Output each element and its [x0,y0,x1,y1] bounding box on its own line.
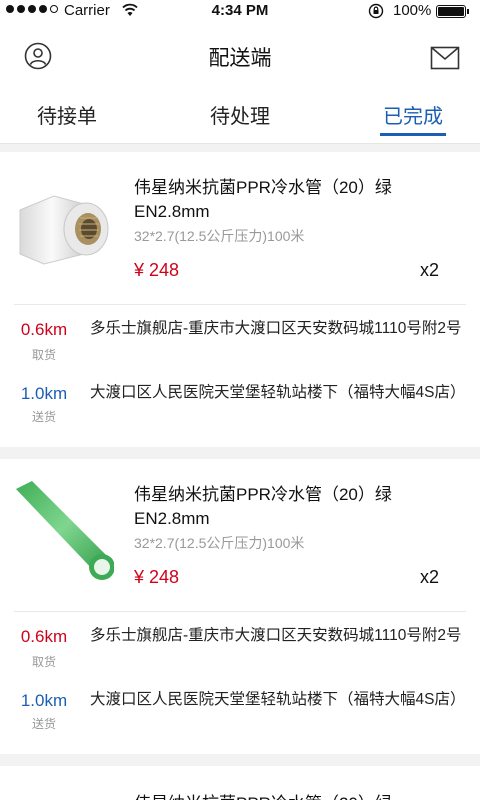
product-spec: 32*2.7(12.5公斤压力)100米 [134,535,305,551]
product-price: ¥ 248 [134,567,180,587]
product-price: ¥ 248 [134,260,180,280]
pickup-address: 多乐士旗舰店-重庆市大渡口区天安数码城1110号附2号 [90,320,462,337]
product-name: 伟星纳米抗菌PPR冷水管（20）绿EN2.8mm [134,792,464,800]
rotation-lock-icon [368,3,384,19]
product-name: 伟星纳米抗菌PPR冷水管（20）绿EN2.8mm [134,485,392,528]
delivery-distance: 1.0km [20,691,68,710]
page-title: 配送端 [208,47,272,70]
delivery-label: 送货 [31,717,56,731]
delivery-distance: 1.0km [20,384,68,403]
pickup-distance: 0.6km [20,320,68,339]
delivery-address: 大渡口区人民医院天堂堡轻轨站楼下（福特大幅4S店） [90,384,466,401]
divider [14,611,466,612]
order-card[interactable]: 伟星纳米抗菌PPR冷水管（20）绿EN2.8mm [0,766,480,800]
product-quantity: x2 [420,567,440,587]
order-card[interactable]: 伟星纳米抗菌PPR冷水管（20）绿EN2.8mm 32*2.7(12.5公斤压力… [0,152,480,447]
nav-bar: 配送端 [0,22,480,92]
tab-pending-process[interactable]: 待处理 [210,100,270,129]
pickup-label: 取货 [31,655,56,669]
white-fitting-thumbnail [19,195,109,265]
product-name: 伟星纳米抗菌PPR冷水管（20）绿EN2.8mm [134,178,392,221]
order-card[interactable]: 伟星纳米抗菌PPR冷水管（20）绿EN2.8mm 32*2.7(12.5公斤压力… [0,459,480,754]
pickup-distance: 0.6km [20,627,68,646]
product-spec: 32*2.7(12.5公斤压力)100米 [134,228,305,244]
delivery-address: 大渡口区人民医院天堂堡轻轨站楼下（福特大幅4S店） [90,691,466,708]
divider [14,304,466,305]
tab-completed[interactable]: 已完成 [383,100,443,129]
tab-bar: 待接单 待处理 已完成 [0,92,480,144]
product-quantity: x2 [420,260,440,280]
battery-icon [436,5,469,18]
delivery-label: 送货 [31,410,56,424]
tab-pending-accept[interactable]: 待接单 [37,100,97,129]
mail-icon[interactable] [430,46,460,70]
pickup-address: 多乐士旗舰店-重庆市大渡口区天安数码城1110号附2号 [90,627,462,644]
battery-percent: 100% [393,2,432,19]
active-tab-indicator [380,133,446,136]
pickup-label: 取货 [31,348,56,362]
green-pipe-thumbnail [16,481,114,580]
status-bar: Carrier 4:34 PM 100% [0,0,480,22]
